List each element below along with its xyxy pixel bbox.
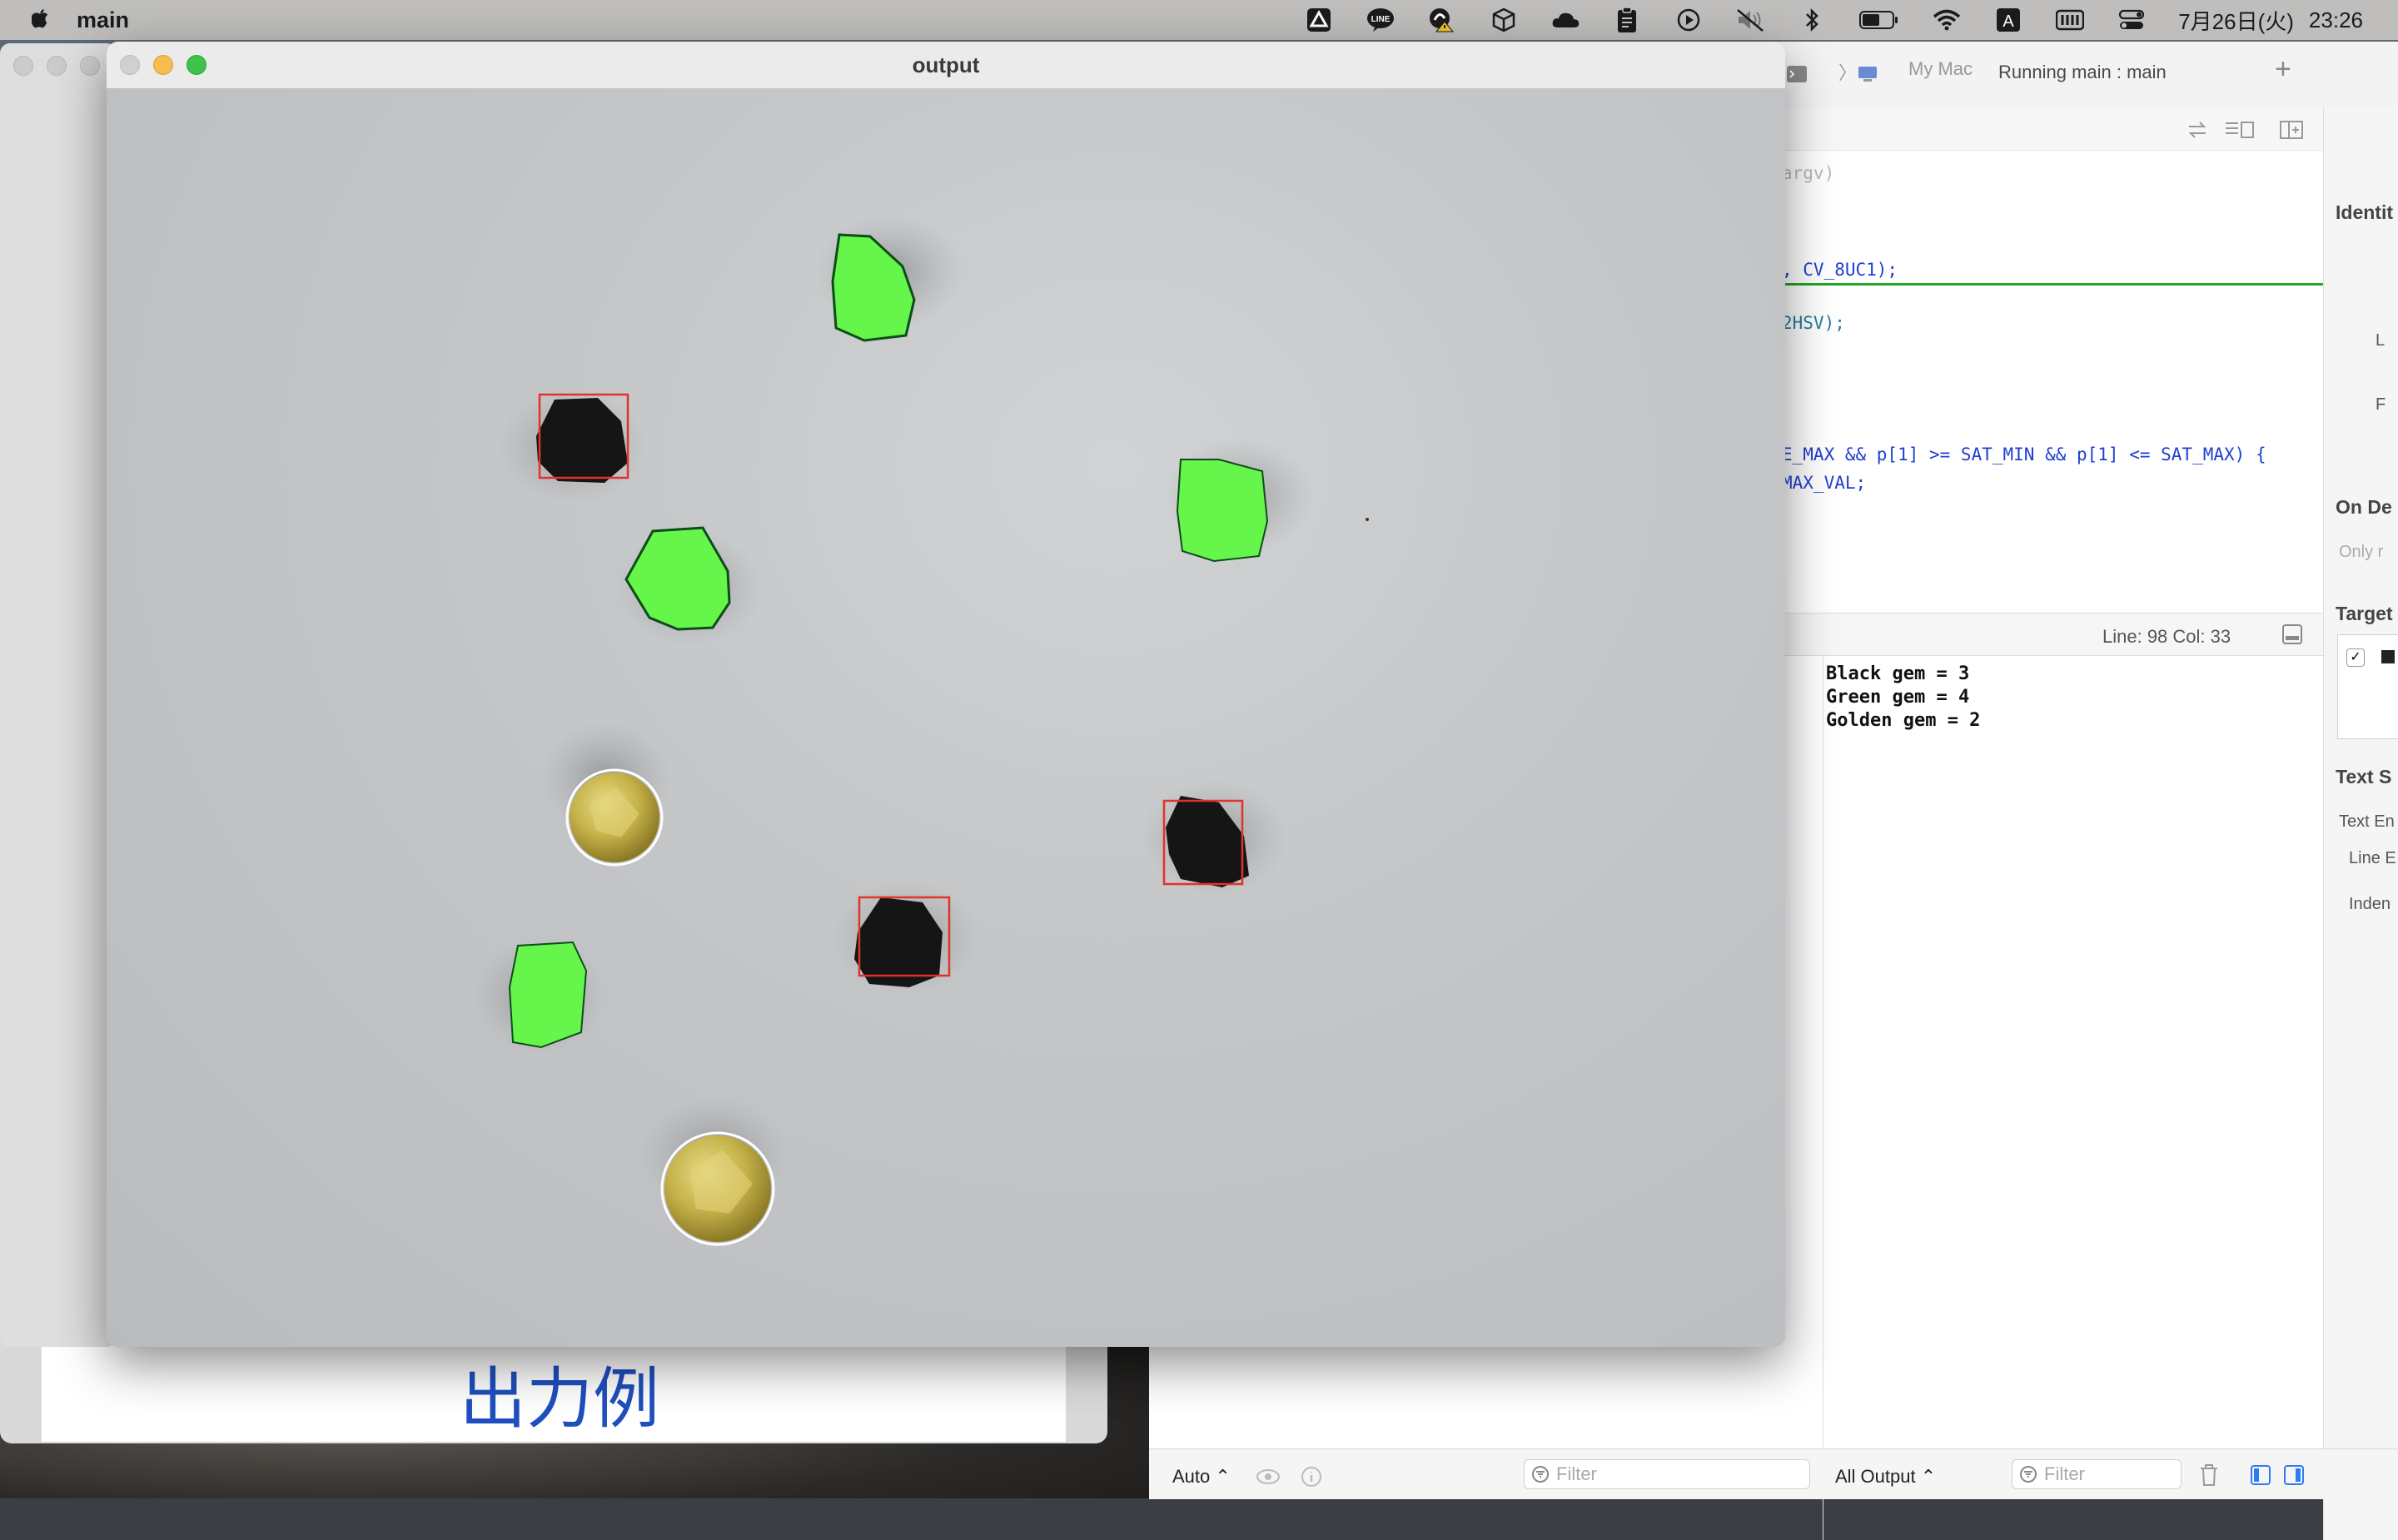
toggle-console-icon[interactable] <box>2281 623 2303 645</box>
filter-icon <box>2020 1466 2037 1483</box>
black-gems <box>536 393 1249 987</box>
minimize-button[interactable] <box>153 55 173 75</box>
drive-icon[interactable] <box>1304 7 1334 33</box>
wifi-icon[interactable] <box>1932 7 1962 33</box>
inspector-on-demand: On De <box>2336 496 2392 518</box>
slide-caption: 出力例 <box>460 1360 659 1438</box>
console-output[interactable]: Black gem = 3 Green gem = 4 Golden gem = 2 <box>1826 663 1980 733</box>
inspector-only-hint: Only r <box>2339 543 2384 561</box>
console-line: Green gem = 4 <box>1826 687 1970 708</box>
menubar-date[interactable]: 7月26日(火) <box>2178 5 2294 36</box>
zoom-button[interactable] <box>187 55 206 75</box>
output-window: output <box>107 42 1785 1347</box>
mac-icon <box>1858 67 1877 82</box>
console-filter-placeholder: Filter <box>2044 1463 2085 1484</box>
variables-filter-input[interactable]: Filter <box>1524 1459 1810 1489</box>
cloud-icon[interactable] <box>1550 7 1580 33</box>
inspector-panel: Identit L F On De Only r Target ✓ Text S… <box>2323 108 2398 1540</box>
output-image <box>107 88 1785 1347</box>
code-line-4[interactable]: MAX_VAL; <box>1782 473 1866 493</box>
target-icon <box>2381 650 2395 663</box>
bg-minimize-button[interactable] <box>47 56 67 76</box>
mute-icon[interactable] <box>1735 7 1765 33</box>
green-gem <box>508 941 588 1049</box>
menu-bar: main LINE A 7月26日(火) 23:26 <box>0 0 2398 40</box>
box-icon[interactable] <box>1489 7 1519 33</box>
info-icon[interactable] <box>1301 1466 1322 1488</box>
add-tab-icon[interactable]: + <box>2275 53 2291 86</box>
code-line-2[interactable]: 2HSV); <box>1782 313 1845 333</box>
auto-variables-selector[interactable]: Auto ⌃ <box>1172 1466 1231 1488</box>
target-list[interactable]: ✓ <box>2337 634 2398 739</box>
bg-close-button[interactable] <box>13 56 33 76</box>
play-icon[interactable] <box>1674 7 1704 33</box>
line-icon[interactable]: LINE <box>1366 7 1396 33</box>
app-name-menu[interactable]: main <box>77 7 129 33</box>
show-console-icon[interactable] <box>2283 1464 2305 1486</box>
debug-bottom-bar: Auto ⌃ Filter All Output ⌃ Filter <box>1149 1448 2398 1499</box>
speck <box>1366 518 1369 521</box>
inspector-line-endings: Line E <box>2349 849 2396 867</box>
variables-filter-placeholder: Filter <box>1556 1463 1597 1484</box>
inspector-identity: Identit <box>2336 201 2393 223</box>
apple-icon[interactable] <box>32 9 50 31</box>
breadcrumb-device[interactable]: My Mac <box>1908 58 1973 80</box>
terminal-icon <box>1787 66 1807 82</box>
code-args-hint: argv) <box>1782 163 1835 183</box>
input-method-icon[interactable]: A <box>1993 7 2023 33</box>
code-line-1[interactable]: , CV_8UC1); <box>1782 260 1898 280</box>
target-checkbox[interactable]: ✓ <box>2346 648 2365 667</box>
control-center-icon[interactable] <box>2117 7 2147 33</box>
inspector-text-settings: Text S <box>2336 766 2392 787</box>
eye-icon[interactable] <box>1256 1468 1281 1486</box>
console-line: Golden gem = 2 <box>1826 710 1981 731</box>
battery-icon[interactable] <box>1858 7 1900 33</box>
swap-icon[interactable] <box>2186 120 2209 140</box>
output-titlebar: output <box>107 42 1785 89</box>
line-icon-label: LINE <box>1371 15 1391 24</box>
close-button[interactable] <box>120 55 140 75</box>
inspector-f-label: F <box>2376 395 2386 414</box>
keyboard-icon[interactable] <box>2055 7 2085 33</box>
all-output-selector[interactable]: All Output ⌃ <box>1835 1466 1936 1488</box>
show-variables-icon[interactable] <box>2250 1464 2271 1486</box>
console-line: Black gem = 3 <box>1826 663 1970 684</box>
detection-overlay <box>473 213 1369 1246</box>
inspector-l-label: L <box>2376 331 2386 350</box>
breadcrumb-chevron: 〉 <box>1838 62 1858 83</box>
status-area: LINE A 7月26日(火) 23:26 <box>1304 0 2398 40</box>
highlight-line <box>1782 283 2398 286</box>
bluetooth-icon[interactable] <box>1797 7 1827 33</box>
inspector-text-encoding: Text En <box>2339 812 2395 831</box>
inspector-indent: Inden <box>2349 895 2391 913</box>
add-editor-icon[interactable] <box>2279 120 2304 140</box>
line-col-indicator: Line: 98 Col: 33 <box>2102 626 2231 647</box>
editor-status-bar <box>1782 613 2323 656</box>
green-gem <box>1176 459 1269 563</box>
tracker-icon[interactable] <box>1427 7 1457 33</box>
menubar-time[interactable]: 23:26 <box>2309 7 2363 33</box>
inspector-target: Target <box>2336 603 2393 624</box>
trash-icon[interactable] <box>2198 1463 2220 1488</box>
run-status: Running main : main <box>1998 62 2167 82</box>
output-window-title: output <box>912 52 980 77</box>
input-method-label: A <box>2003 12 2015 31</box>
gem-shadows <box>473 213 1314 1212</box>
bg-zoom-button[interactable] <box>80 56 100 76</box>
editor-options-icon[interactable] <box>2223 120 2256 140</box>
filter-icon <box>1532 1466 1549 1483</box>
background-window <box>0 43 117 1347</box>
code-line-3[interactable]: E_MAX && p[1] >= SAT_MIN && p[1] <= SAT_… <box>1782 445 2266 464</box>
clipboard-icon[interactable] <box>1612 7 1642 33</box>
console-filter-input[interactable]: Filter <box>2012 1459 2182 1489</box>
